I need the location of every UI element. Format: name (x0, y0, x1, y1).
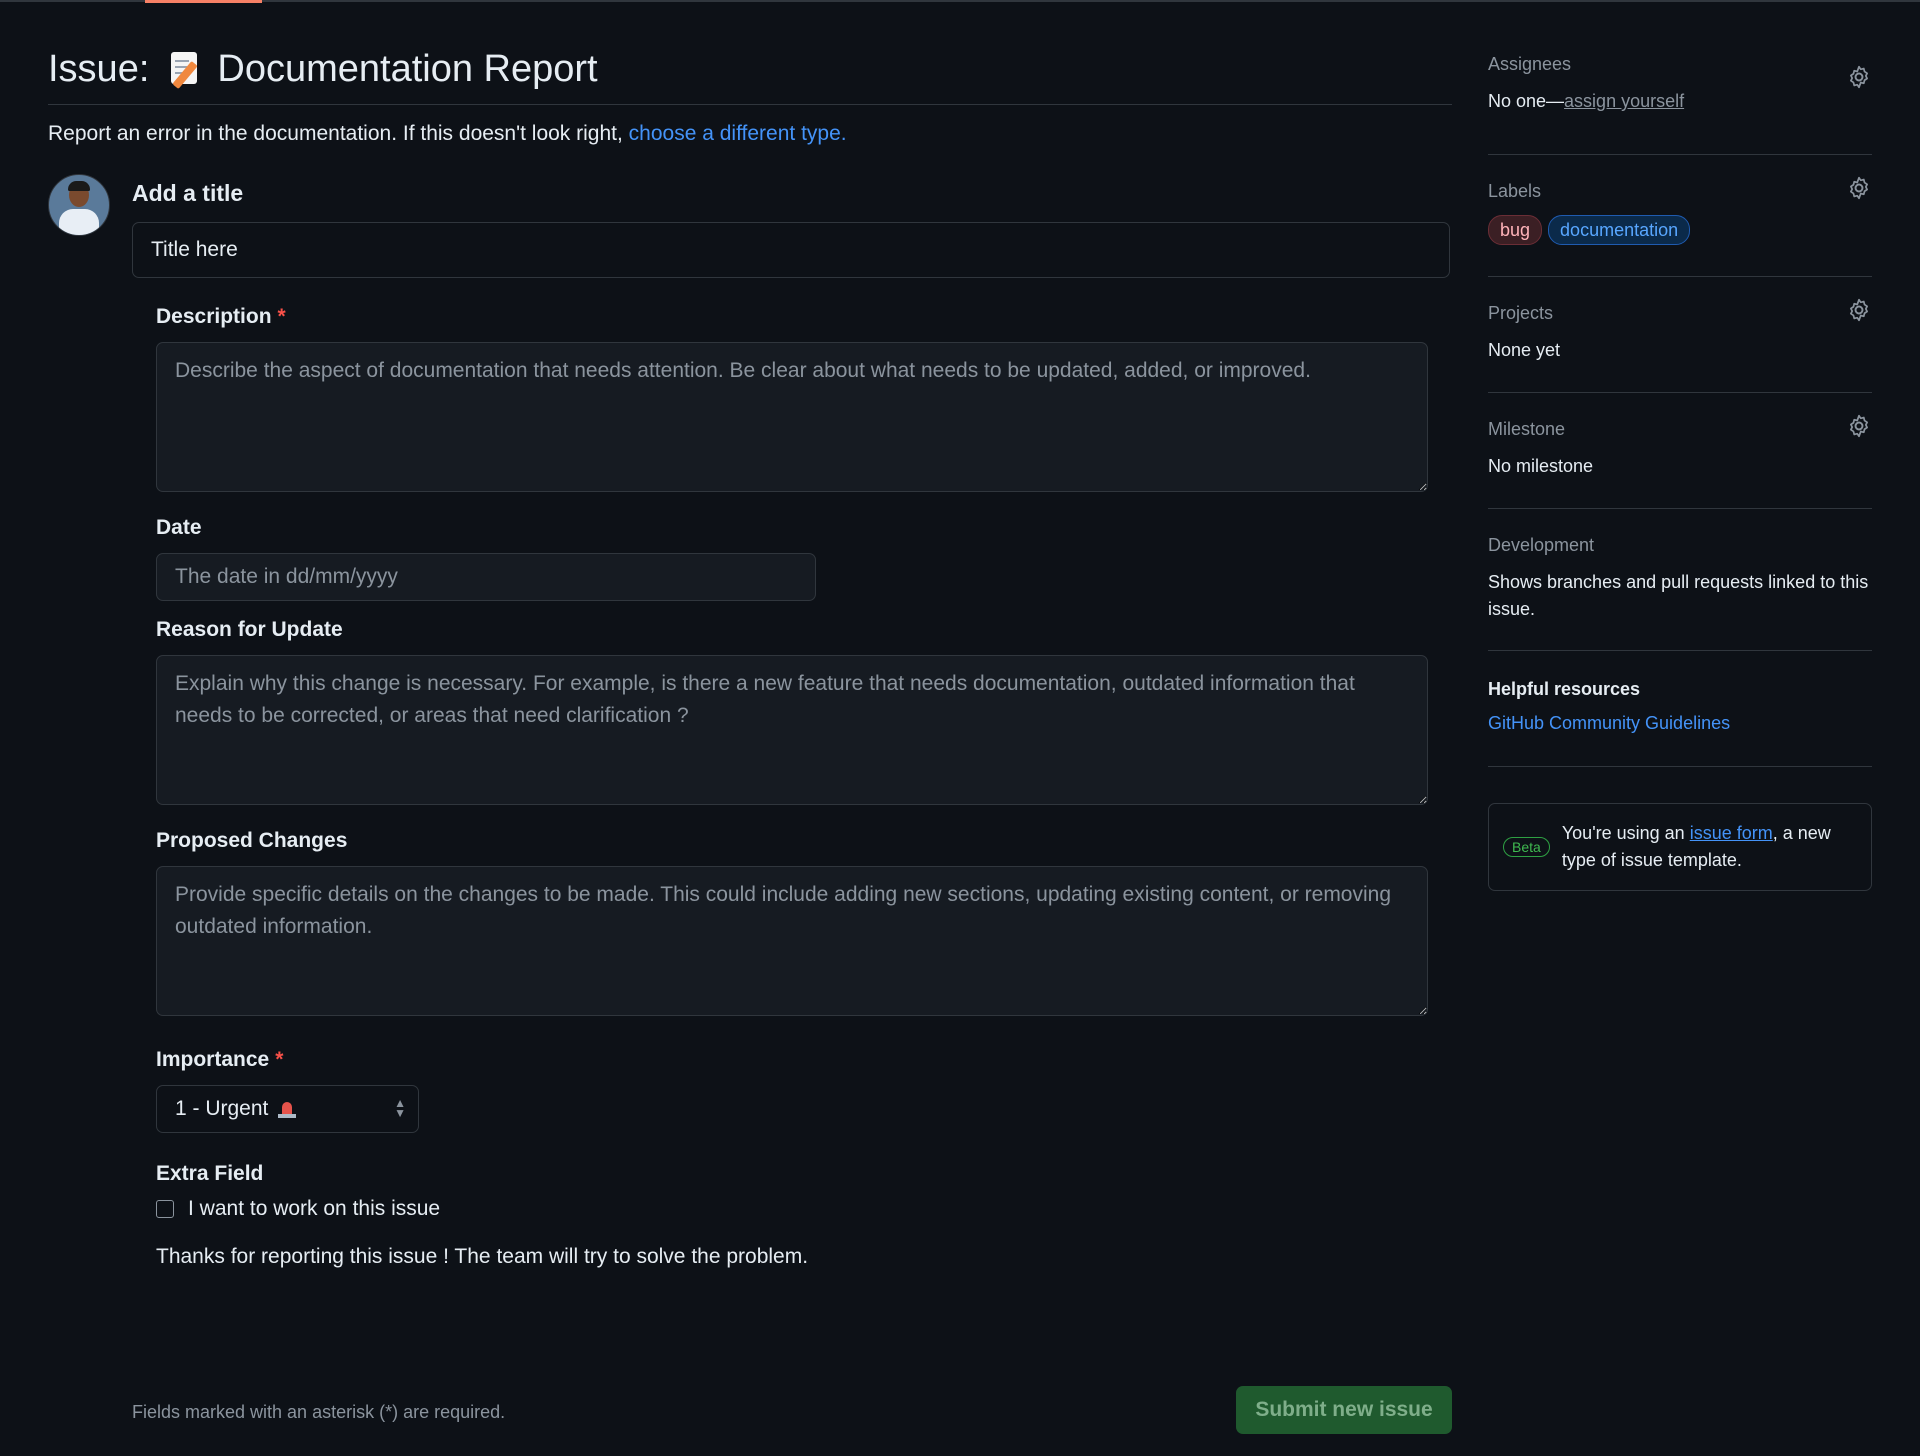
proposed-changes-textarea[interactable] (156, 866, 1428, 1016)
date-input[interactable] (156, 553, 816, 601)
select-arrows-icon: ▲ ▼ (394, 1096, 406, 1120)
community-guidelines-link[interactable]: GitHub Community Guidelines (1488, 713, 1872, 734)
required-asterisk: * (277, 305, 286, 328)
milestone-value: No milestone (1488, 456, 1594, 476)
importance-selected-value: 1 - Urgent (175, 1097, 269, 1120)
projects-value: None yet (1488, 340, 1561, 360)
reason-label: Reason for Update (156, 618, 343, 641)
milestone-heading: Milestone (1488, 419, 1566, 439)
choose-different-type-link[interactable]: choose a different type. (629, 122, 847, 145)
issue-form-beta-notice: Beta You're using an issue form, a new t… (1488, 803, 1872, 891)
work-on-issue-label[interactable]: I want to work on this issue (188, 1197, 440, 1221)
page-title: Issue: Documentation Report (48, 40, 1452, 98)
memo-icon (167, 50, 203, 90)
assign-yourself-link[interactable]: assign yourself (1564, 91, 1684, 111)
description-label: Description * (156, 305, 286, 328)
issue-form-link[interactable]: issue form (1690, 823, 1773, 843)
page-title-prefix: Issue: (48, 48, 150, 90)
submit-issue-button[interactable]: Submit new issue (1236, 1386, 1452, 1434)
avatar[interactable] (48, 174, 110, 236)
template-description-text: Report an error in the documentation. If… (48, 122, 623, 145)
sidebar: Assignees No one—assign yourself Labels … (1488, 50, 1872, 891)
siren-icon (278, 1100, 297, 1118)
title-input[interactable] (132, 222, 1450, 278)
labels-list: bug documentation (1488, 215, 1872, 245)
beta-notice-text: You're using an issue form, a new type o… (1561, 823, 1831, 870)
add-title-label: Add a title (132, 180, 244, 206)
assignees-section: Assignees No one—assign yourself (1488, 50, 1872, 155)
gear-icon[interactable] (1846, 175, 1872, 201)
title-divider (48, 104, 1452, 105)
reason-textarea[interactable] (156, 655, 1428, 805)
thanks-message: Thanks for reporting this issue ! The te… (156, 1245, 809, 1268)
development-value: Shows branches and pull requests linked … (1488, 572, 1869, 619)
description-textarea[interactable] (156, 342, 1428, 492)
proposed-changes-label: Proposed Changes (156, 829, 348, 852)
gear-icon[interactable] (1846, 413, 1872, 439)
milestone-section: Milestone No milestone (1488, 393, 1872, 509)
issue-form: Description* Date Reason for Update Prop… (156, 302, 1428, 1269)
beta-badge: Beta (1503, 837, 1550, 857)
label-documentation[interactable]: documentation (1548, 215, 1691, 245)
assignees-value: No one—assign yourself (1488, 91, 1685, 111)
required-fields-note: Fields marked with an asterisk (*) are r… (132, 1402, 506, 1422)
work-on-issue-checkbox[interactable] (156, 1200, 174, 1218)
label-bug[interactable]: bug (1488, 215, 1543, 245)
work-on-issue-option: I want to work on this issue (156, 1197, 1428, 1221)
gear-icon[interactable] (1846, 64, 1872, 90)
gear-icon[interactable] (1846, 297, 1872, 323)
main-column: Issue: Documentation Report Report an er… (48, 40, 1452, 1268)
active-tab-indicator (145, 0, 262, 3)
development-section: Development Shows branches and pull requ… (1488, 509, 1872, 651)
projects-heading: Projects (1488, 303, 1554, 323)
extra-field-label: Extra Field (156, 1162, 264, 1185)
helpful-resources-heading: Helpful resources (1488, 679, 1641, 699)
importance-select[interactable]: 1 - Urgent ▲ ▼ (156, 1085, 419, 1133)
date-label: Date (156, 516, 202, 539)
labels-section: Labels bug documentation (1488, 155, 1872, 277)
page-title-text: Documentation Report (217, 48, 598, 90)
labels-heading: Labels (1488, 181, 1542, 201)
importance-label: Importance * (156, 1048, 284, 1071)
development-heading: Development (1488, 535, 1595, 555)
required-asterisk: * (275, 1048, 284, 1071)
assignees-heading: Assignees (1488, 54, 1572, 74)
projects-section: Projects None yet (1488, 277, 1872, 393)
helpful-resources-section: Helpful resources GitHub Community Guide… (1488, 651, 1872, 767)
template-description: Report an error in the documentation. If… (48, 119, 1452, 149)
top-nav-border (0, 0, 1920, 3)
